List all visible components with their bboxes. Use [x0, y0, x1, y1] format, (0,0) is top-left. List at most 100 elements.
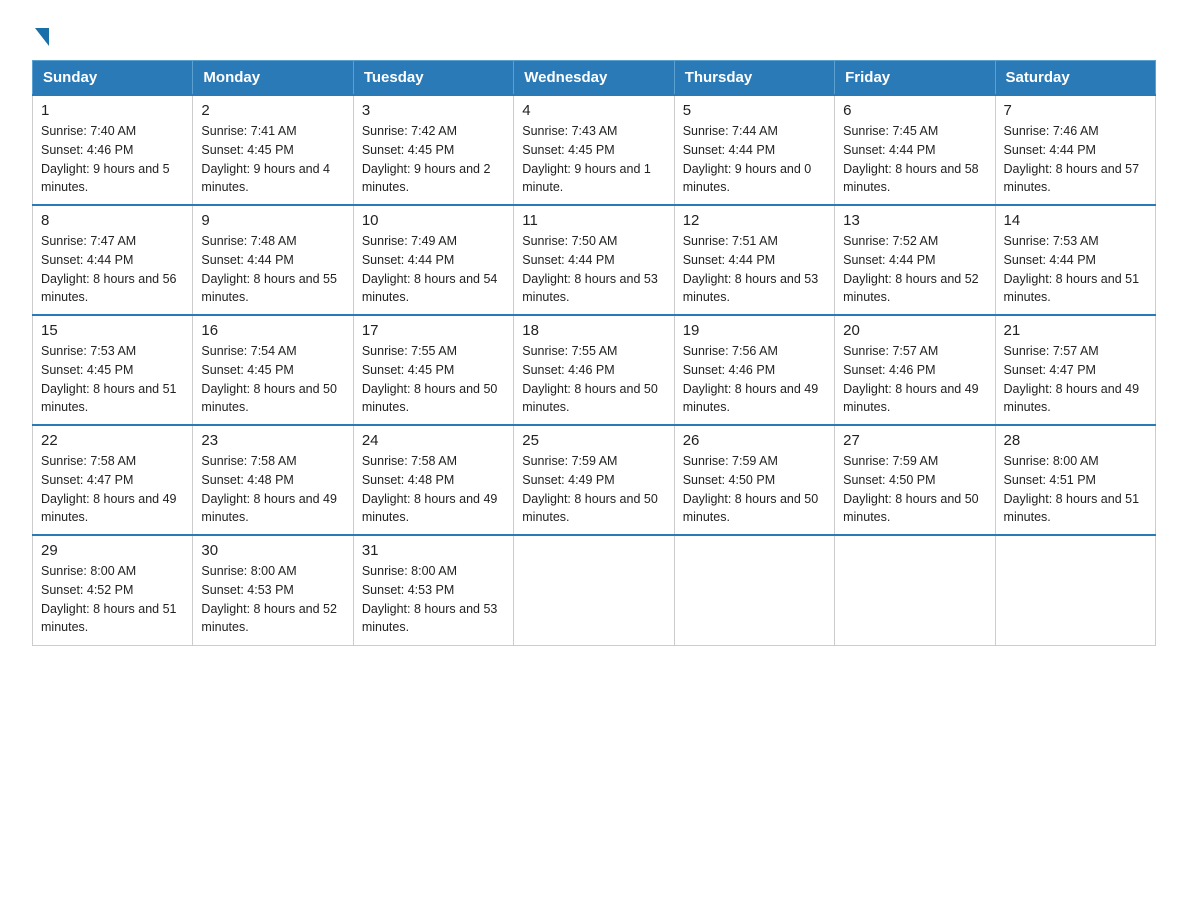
day-number: 10: [362, 212, 505, 229]
header-friday: Friday: [835, 61, 995, 96]
header-wednesday: Wednesday: [514, 61, 674, 96]
day-number: 4: [522, 102, 665, 119]
day-info: Sunrise: 7:58 AM Sunset: 4:47 PM Dayligh…: [41, 452, 184, 527]
day-info: Sunrise: 7:50 AM Sunset: 4:44 PM Dayligh…: [522, 232, 665, 307]
day-number: 25: [522, 432, 665, 449]
day-number: 12: [683, 212, 826, 229]
day-info: Sunrise: 7:54 AM Sunset: 4:45 PM Dayligh…: [201, 342, 344, 417]
day-cell: 28 Sunrise: 8:00 AM Sunset: 4:51 PM Dayl…: [995, 425, 1155, 535]
logo-arrow-icon: [35, 28, 49, 46]
day-cell: 15 Sunrise: 7:53 AM Sunset: 4:45 PM Dayl…: [33, 315, 193, 425]
day-cell: 7 Sunrise: 7:46 AM Sunset: 4:44 PM Dayli…: [995, 95, 1155, 205]
day-number: 5: [683, 102, 826, 119]
day-number: 17: [362, 322, 505, 339]
logo: [32, 24, 49, 42]
day-cell: 22 Sunrise: 7:58 AM Sunset: 4:47 PM Dayl…: [33, 425, 193, 535]
day-cell: 10 Sunrise: 7:49 AM Sunset: 4:44 PM Dayl…: [353, 205, 513, 315]
logo-top: [32, 24, 49, 46]
day-cell: [995, 535, 1155, 645]
day-number: 16: [201, 322, 344, 339]
day-cell: 1 Sunrise: 7:40 AM Sunset: 4:46 PM Dayli…: [33, 95, 193, 205]
day-info: Sunrise: 7:47 AM Sunset: 4:44 PM Dayligh…: [41, 232, 184, 307]
calendar-table: SundayMondayTuesdayWednesdayThursdayFrid…: [32, 60, 1156, 646]
day-number: 18: [522, 322, 665, 339]
day-number: 27: [843, 432, 986, 449]
day-cell: 5 Sunrise: 7:44 AM Sunset: 4:44 PM Dayli…: [674, 95, 834, 205]
day-info: Sunrise: 8:00 AM Sunset: 4:53 PM Dayligh…: [201, 562, 344, 637]
day-cell: 30 Sunrise: 8:00 AM Sunset: 4:53 PM Dayl…: [193, 535, 353, 645]
page-header: [32, 24, 1156, 42]
day-info: Sunrise: 7:48 AM Sunset: 4:44 PM Dayligh…: [201, 232, 344, 307]
day-info: Sunrise: 7:56 AM Sunset: 4:46 PM Dayligh…: [683, 342, 826, 417]
day-cell: [674, 535, 834, 645]
day-info: Sunrise: 7:40 AM Sunset: 4:46 PM Dayligh…: [41, 122, 184, 197]
day-info: Sunrise: 8:00 AM Sunset: 4:52 PM Dayligh…: [41, 562, 184, 637]
week-row-1: 1 Sunrise: 7:40 AM Sunset: 4:46 PM Dayli…: [33, 95, 1156, 205]
day-cell: 18 Sunrise: 7:55 AM Sunset: 4:46 PM Dayl…: [514, 315, 674, 425]
day-number: 19: [683, 322, 826, 339]
day-info: Sunrise: 7:46 AM Sunset: 4:44 PM Dayligh…: [1004, 122, 1147, 197]
day-info: Sunrise: 7:43 AM Sunset: 4:45 PM Dayligh…: [522, 122, 665, 197]
day-cell: 4 Sunrise: 7:43 AM Sunset: 4:45 PM Dayli…: [514, 95, 674, 205]
day-number: 2: [201, 102, 344, 119]
day-number: 6: [843, 102, 986, 119]
day-info: Sunrise: 7:45 AM Sunset: 4:44 PM Dayligh…: [843, 122, 986, 197]
day-cell: 9 Sunrise: 7:48 AM Sunset: 4:44 PM Dayli…: [193, 205, 353, 315]
day-number: 28: [1004, 432, 1147, 449]
day-cell: 16 Sunrise: 7:54 AM Sunset: 4:45 PM Dayl…: [193, 315, 353, 425]
week-row-5: 29 Sunrise: 8:00 AM Sunset: 4:52 PM Dayl…: [33, 535, 1156, 645]
day-cell: 14 Sunrise: 7:53 AM Sunset: 4:44 PM Dayl…: [995, 205, 1155, 315]
day-info: Sunrise: 7:58 AM Sunset: 4:48 PM Dayligh…: [201, 452, 344, 527]
day-cell: 11 Sunrise: 7:50 AM Sunset: 4:44 PM Dayl…: [514, 205, 674, 315]
day-cell: 17 Sunrise: 7:55 AM Sunset: 4:45 PM Dayl…: [353, 315, 513, 425]
day-cell: 13 Sunrise: 7:52 AM Sunset: 4:44 PM Dayl…: [835, 205, 995, 315]
week-row-3: 15 Sunrise: 7:53 AM Sunset: 4:45 PM Dayl…: [33, 315, 1156, 425]
day-cell: 27 Sunrise: 7:59 AM Sunset: 4:50 PM Dayl…: [835, 425, 995, 535]
day-number: 21: [1004, 322, 1147, 339]
day-cell: 26 Sunrise: 7:59 AM Sunset: 4:50 PM Dayl…: [674, 425, 834, 535]
day-cell: 19 Sunrise: 7:56 AM Sunset: 4:46 PM Dayl…: [674, 315, 834, 425]
day-number: 14: [1004, 212, 1147, 229]
day-number: 11: [522, 212, 665, 229]
day-number: 13: [843, 212, 986, 229]
day-number: 7: [1004, 102, 1147, 119]
day-number: 24: [362, 432, 505, 449]
day-number: 3: [362, 102, 505, 119]
header-thursday: Thursday: [674, 61, 834, 96]
day-info: Sunrise: 8:00 AM Sunset: 4:51 PM Dayligh…: [1004, 452, 1147, 527]
day-info: Sunrise: 7:59 AM Sunset: 4:50 PM Dayligh…: [683, 452, 826, 527]
day-cell: 21 Sunrise: 7:57 AM Sunset: 4:47 PM Dayl…: [995, 315, 1155, 425]
day-number: 9: [201, 212, 344, 229]
day-cell: 2 Sunrise: 7:41 AM Sunset: 4:45 PM Dayli…: [193, 95, 353, 205]
day-info: Sunrise: 7:59 AM Sunset: 4:50 PM Dayligh…: [843, 452, 986, 527]
header-monday: Monday: [193, 61, 353, 96]
day-number: 20: [843, 322, 986, 339]
day-info: Sunrise: 7:44 AM Sunset: 4:44 PM Dayligh…: [683, 122, 826, 197]
day-number: 31: [362, 542, 505, 559]
day-cell: 12 Sunrise: 7:51 AM Sunset: 4:44 PM Dayl…: [674, 205, 834, 315]
day-number: 15: [41, 322, 184, 339]
week-row-4: 22 Sunrise: 7:58 AM Sunset: 4:47 PM Dayl…: [33, 425, 1156, 535]
day-cell: [835, 535, 995, 645]
day-info: Sunrise: 8:00 AM Sunset: 4:53 PM Dayligh…: [362, 562, 505, 637]
day-cell: 8 Sunrise: 7:47 AM Sunset: 4:44 PM Dayli…: [33, 205, 193, 315]
day-cell: 25 Sunrise: 7:59 AM Sunset: 4:49 PM Dayl…: [514, 425, 674, 535]
day-cell: 20 Sunrise: 7:57 AM Sunset: 4:46 PM Dayl…: [835, 315, 995, 425]
day-info: Sunrise: 7:49 AM Sunset: 4:44 PM Dayligh…: [362, 232, 505, 307]
day-cell: [514, 535, 674, 645]
day-info: Sunrise: 7:55 AM Sunset: 4:46 PM Dayligh…: [522, 342, 665, 417]
day-info: Sunrise: 7:58 AM Sunset: 4:48 PM Dayligh…: [362, 452, 505, 527]
day-cell: 31 Sunrise: 8:00 AM Sunset: 4:53 PM Dayl…: [353, 535, 513, 645]
day-info: Sunrise: 7:42 AM Sunset: 4:45 PM Dayligh…: [362, 122, 505, 197]
day-cell: 29 Sunrise: 8:00 AM Sunset: 4:52 PM Dayl…: [33, 535, 193, 645]
day-number: 29: [41, 542, 184, 559]
header-tuesday: Tuesday: [353, 61, 513, 96]
week-row-2: 8 Sunrise: 7:47 AM Sunset: 4:44 PM Dayli…: [33, 205, 1156, 315]
day-info: Sunrise: 7:59 AM Sunset: 4:49 PM Dayligh…: [522, 452, 665, 527]
day-number: 22: [41, 432, 184, 449]
day-number: 8: [41, 212, 184, 229]
day-cell: 3 Sunrise: 7:42 AM Sunset: 4:45 PM Dayli…: [353, 95, 513, 205]
day-number: 26: [683, 432, 826, 449]
day-info: Sunrise: 7:52 AM Sunset: 4:44 PM Dayligh…: [843, 232, 986, 307]
calendar-header-row: SundayMondayTuesdayWednesdayThursdayFrid…: [33, 61, 1156, 96]
